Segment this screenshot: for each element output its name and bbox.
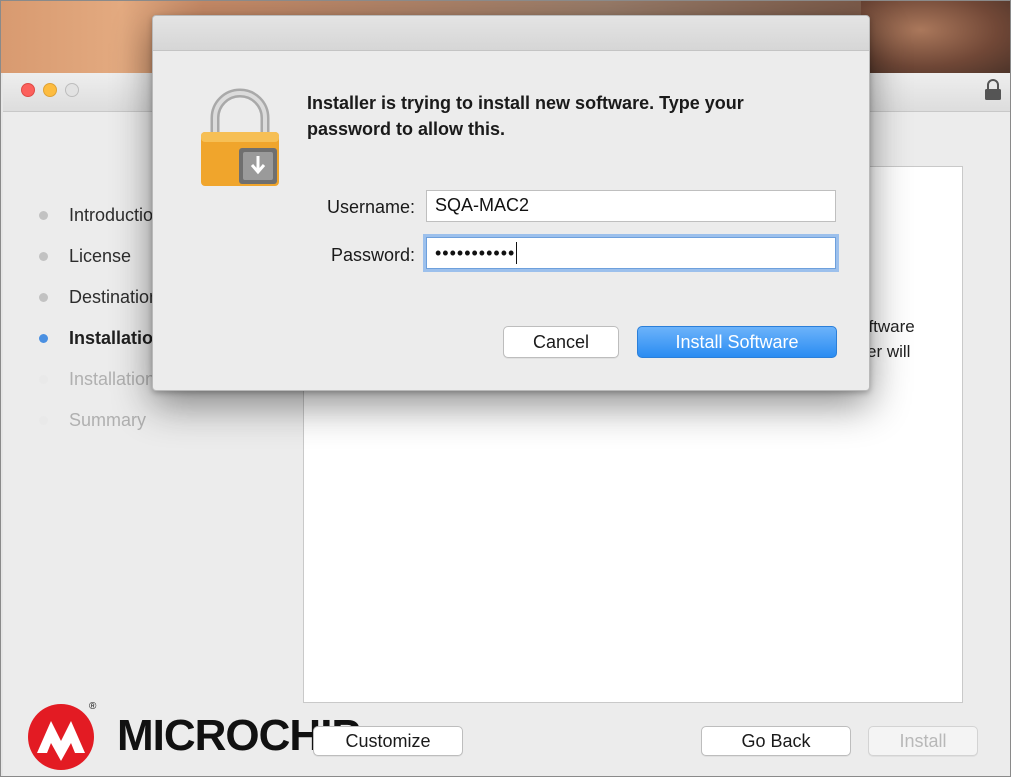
install-software-button[interactable]: Install Software (637, 326, 837, 358)
username-field[interactable]: SQA-MAC2 (426, 190, 836, 222)
password-value: ••••••••••• (435, 242, 516, 263)
minimize-button[interactable] (43, 83, 57, 97)
username-label: Username: (326, 197, 415, 217)
lock-icon (985, 79, 1001, 100)
dialog-message: Installer is trying to install new softw… (307, 93, 744, 139)
step-label: Summary (69, 410, 147, 430)
step-dot (39, 211, 48, 220)
screenshot-frame: Introduction License Destination Select … (0, 0, 1011, 777)
registered-mark: ® (89, 701, 97, 712)
install-button[interactable]: Install (868, 726, 978, 756)
step-dot (39, 334, 48, 343)
cancel-button[interactable]: Cancel (503, 326, 619, 358)
step-dot (39, 252, 48, 261)
dialog-titlebar (153, 16, 869, 51)
password-field[interactable]: ••••••••••• (426, 237, 836, 269)
password-label: Password: (330, 245, 415, 265)
authentication-dialog: Installer is trying to install new softw… (152, 15, 870, 391)
step-dot (39, 375, 48, 384)
step-label: Installation (69, 369, 156, 389)
close-button[interactable] (21, 83, 35, 97)
customize-button[interactable]: Customize (313, 726, 463, 756)
zoom-button[interactable] (65, 83, 79, 97)
username-value: SQA-MAC2 (435, 195, 530, 215)
step-label: Introduction (69, 205, 164, 225)
go-back-button[interactable]: Go Back (701, 726, 851, 756)
lock-icon (201, 88, 279, 186)
step-dot (39, 416, 48, 425)
text-caret (516, 242, 518, 265)
step-dot (39, 293, 48, 302)
microchip-logo-icon (28, 704, 94, 770)
body-text-fragment: er will (867, 342, 911, 361)
step-label: License (69, 246, 132, 266)
